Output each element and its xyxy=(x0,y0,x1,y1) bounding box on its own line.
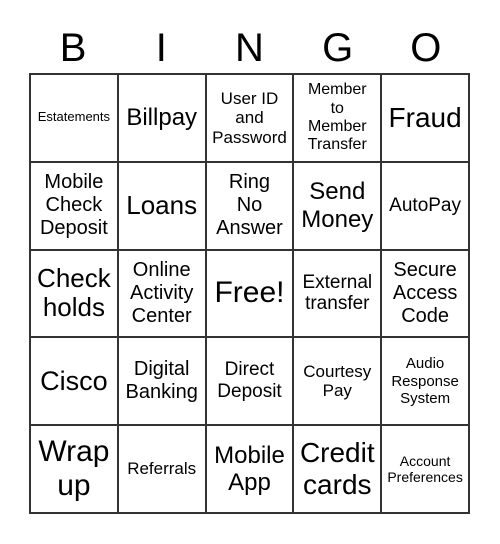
bingo-cell[interactable]: Send Money xyxy=(293,161,382,250)
bingo-cell[interactable]: Mobile App xyxy=(205,425,294,513)
header-letter: G xyxy=(322,26,354,70)
bingo-cell[interactable]: Digital Banking xyxy=(117,337,206,426)
bingo-cell[interactable]: Online Activity Center xyxy=(117,249,206,338)
bingo-grid: Estatements Billpay User ID and Password… xyxy=(29,73,470,514)
bingo-cell[interactable]: Ring No Answer xyxy=(205,161,294,250)
header-letter: N xyxy=(235,26,264,70)
header-letter: B xyxy=(59,26,87,70)
bingo-cell[interactable]: Member to Member Transfer xyxy=(293,74,382,162)
free-cell[interactable]: Free! xyxy=(205,249,294,338)
bingo-cell[interactable]: Secure Access Code xyxy=(381,249,469,338)
bingo-cell[interactable]: External transfer xyxy=(293,249,382,338)
bingo-cell[interactable]: Check holds xyxy=(30,249,118,338)
bingo-cell[interactable]: Wrap up xyxy=(30,425,118,513)
header-letter: O xyxy=(410,26,442,70)
bingo-cell[interactable]: Billpay xyxy=(117,74,206,162)
bingo-cell[interactable]: Mobile Check Deposit xyxy=(30,161,118,250)
bingo-cell[interactable]: Account Preferences xyxy=(381,425,469,513)
bingo-cell[interactable]: AutoPay xyxy=(381,161,469,250)
bingo-cell[interactable]: Credit cards xyxy=(293,425,382,513)
bingo-cell[interactable]: User ID and Password xyxy=(205,74,294,162)
bingo-cell[interactable]: Referrals xyxy=(117,425,206,513)
bingo-cell[interactable]: Cisco xyxy=(30,337,118,426)
header-letter: I xyxy=(155,26,167,70)
bingo-cell[interactable]: Courtesy Pay xyxy=(293,337,382,426)
bingo-cell[interactable]: Loans xyxy=(117,161,206,250)
bingo-cell[interactable]: Direct Deposit xyxy=(205,337,294,426)
bingo-header: B I N G O xyxy=(29,22,470,74)
bingo-cell[interactable]: Estatements xyxy=(30,74,118,162)
bingo-cell[interactable]: Audio Response System xyxy=(381,337,469,426)
bingo-cell[interactable]: Fraud xyxy=(381,74,469,162)
